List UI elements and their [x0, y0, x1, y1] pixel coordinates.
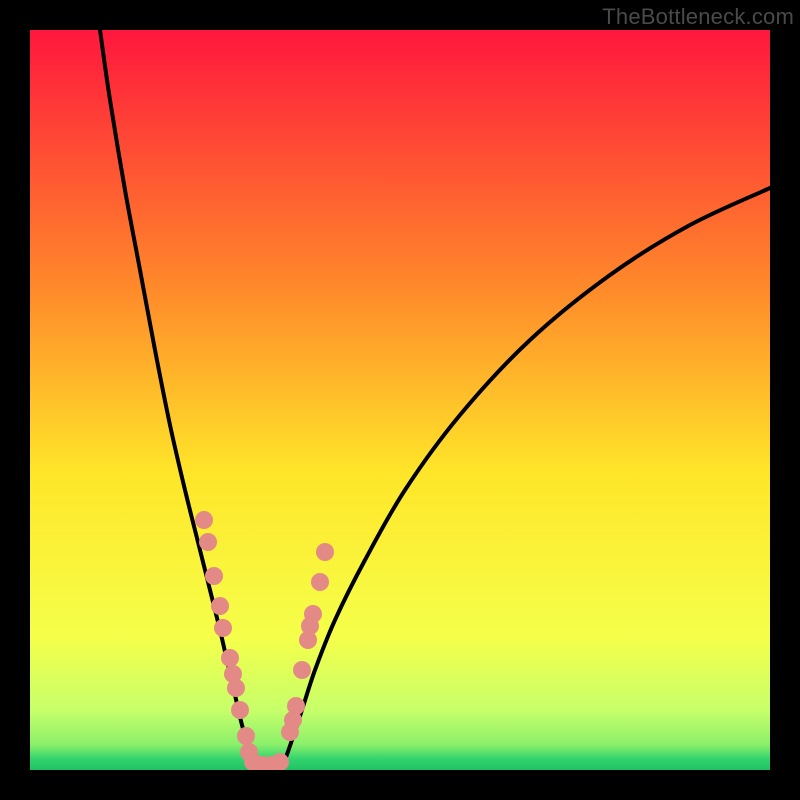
data-marker	[205, 567, 223, 585]
data-marker	[221, 649, 239, 667]
plot-area	[30, 30, 770, 770]
data-marker	[284, 711, 302, 729]
data-marker	[199, 533, 217, 551]
data-marker	[214, 619, 232, 637]
watermark-text: TheBottleneck.com	[602, 4, 794, 30]
data-marker	[311, 573, 329, 591]
data-marker	[211, 597, 229, 615]
chart-container: TheBottleneck.com	[0, 0, 800, 800]
data-marker	[301, 617, 319, 635]
data-marker	[316, 543, 334, 561]
data-marker	[195, 511, 213, 529]
data-marker	[224, 665, 242, 683]
data-marker	[237, 727, 255, 745]
data-marker	[293, 661, 311, 679]
chart-svg	[30, 30, 770, 770]
data-marker	[231, 701, 249, 719]
